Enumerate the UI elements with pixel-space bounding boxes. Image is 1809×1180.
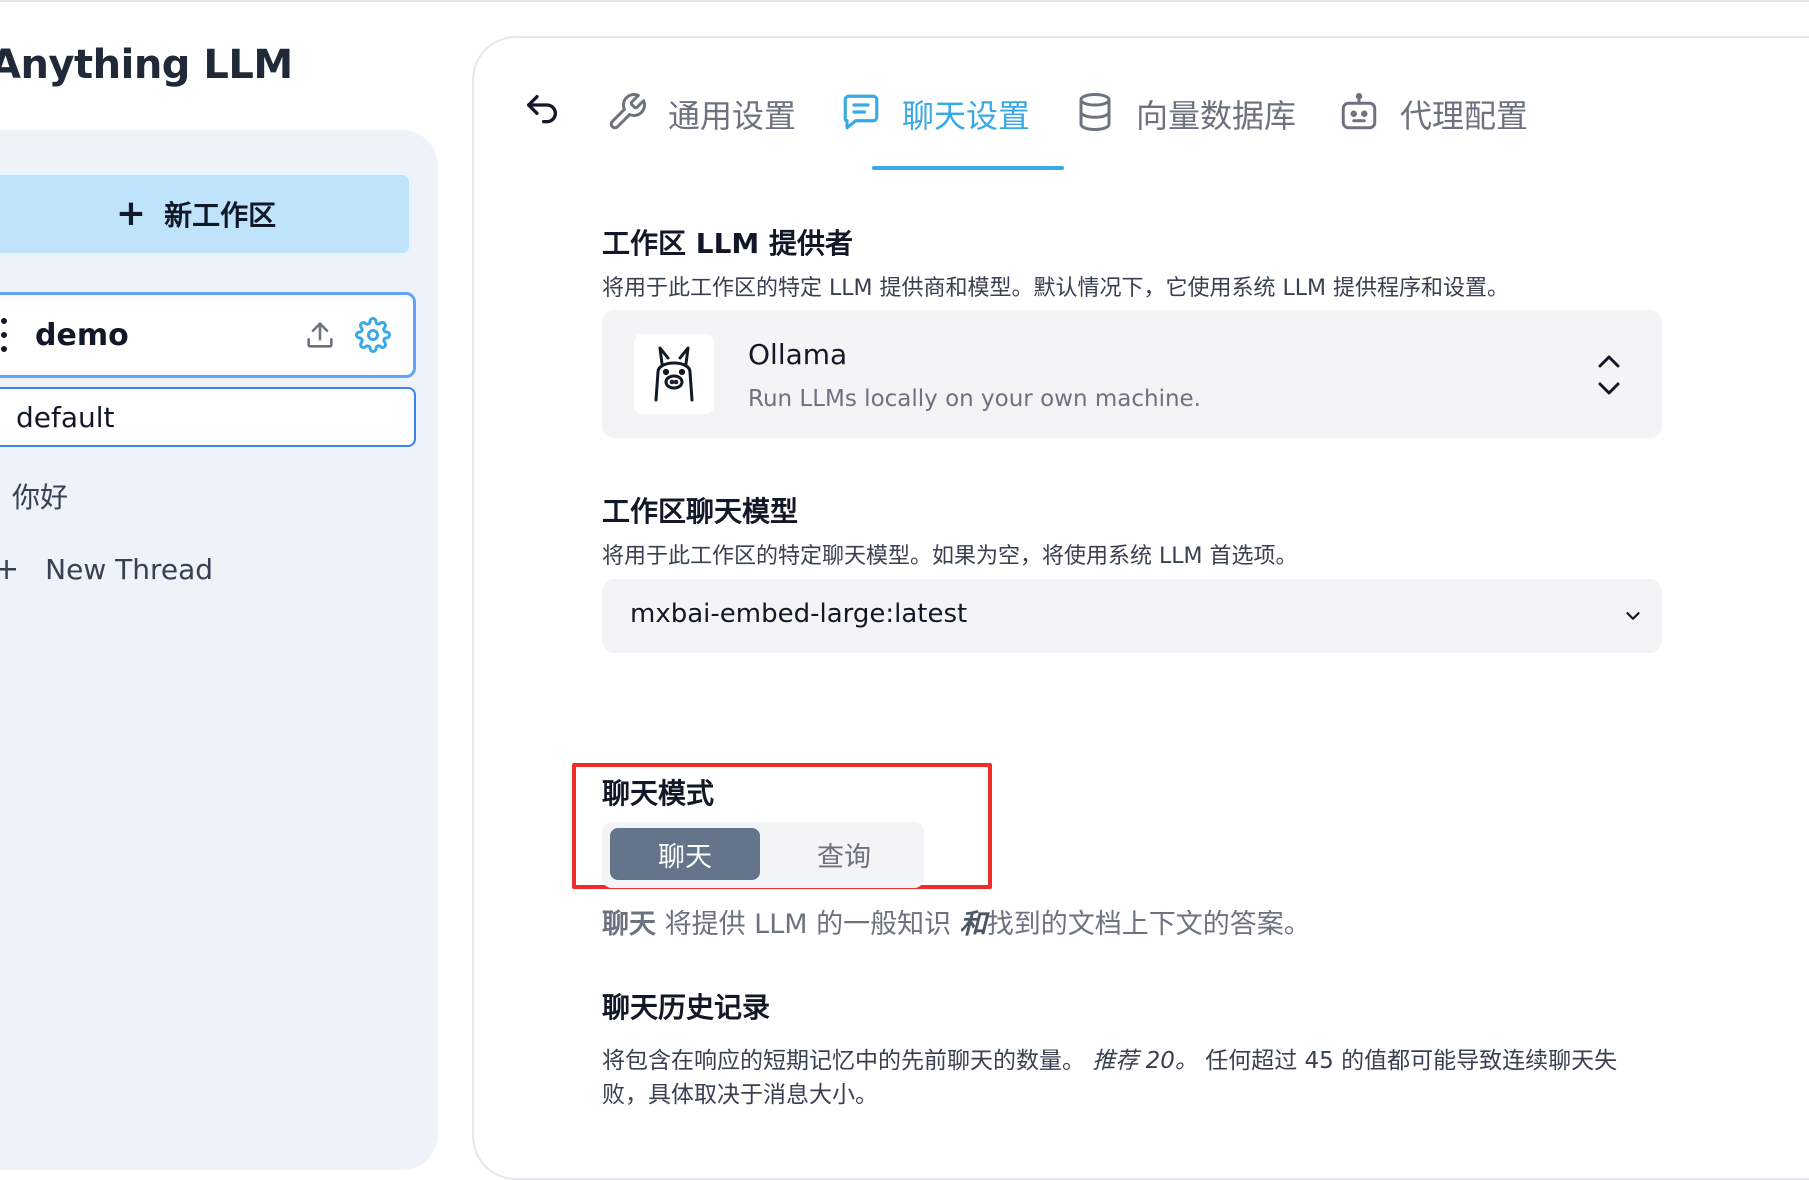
chevron-down-icon	[1622, 605, 1644, 627]
robot-icon	[1338, 91, 1380, 137]
tab-vector-db-label: 向量数据库	[1136, 97, 1297, 135]
upload-icon[interactable]	[303, 318, 337, 356]
mode-chat-button[interactable]: 聊天	[610, 828, 760, 880]
provider-select[interactable]: Ollama Run LLMs locally on your own mach…	[602, 310, 1662, 438]
workspace-item-demo[interactable]: demo	[0, 292, 416, 378]
drag-handle-icon[interactable]	[1, 318, 17, 352]
model-title: 工作区聊天模型	[602, 495, 799, 528]
tab-general-label: 通用设置	[668, 97, 797, 135]
gear-icon[interactable]	[355, 317, 391, 357]
thread-item-default[interactable]: default	[0, 387, 416, 447]
plus-icon: +	[115, 193, 147, 234]
tab-general[interactable]: 通用设置	[606, 86, 796, 142]
history-title: 聊天历史记录	[602, 991, 771, 1024]
tab-chat-label: 聊天设置	[902, 97, 1031, 135]
history-desc-em: 推荐 20。	[1092, 1048, 1198, 1074]
history-desc: 将包含在响应的短期记忆中的先前聊天的数量。 推荐 20。 任何超过 45 的值都…	[602, 1044, 1662, 1112]
new-thread-button[interactable]: + New Thread	[0, 552, 213, 587]
model-section: 工作区聊天模型	[602, 490, 798, 530]
history-desc-part1: 将包含在响应的短期记忆中的先前聊天的数量。	[602, 1048, 1093, 1074]
new-workspace-label: 新工作区	[164, 199, 277, 232]
tab-agent[interactable]: 代理配置	[1338, 86, 1528, 142]
model-desc: 将用于此工作区的特定聊天模型。如果为空，将使用系统 LLM 首选项。	[602, 544, 1298, 569]
tab-chat[interactable]: 聊天设置	[840, 86, 1030, 142]
mode-desc-strong: 聊天	[602, 909, 656, 940]
chat-model-select[interactable]: mxbai-embed-large:latest	[602, 579, 1662, 653]
workspace-name: demo	[35, 317, 129, 353]
chat-model-value: mxbai-embed-large:latest	[630, 599, 968, 629]
new-thread-label: New Thread	[45, 553, 214, 586]
chat-bubble-icon	[840, 91, 882, 137]
sidebar	[0, 130, 438, 1170]
tab-agent-label: 代理配置	[1400, 97, 1529, 135]
provider-section: 工作区 LLM 提供者	[602, 222, 853, 262]
mode-desc-part1: 将提供 LLM 的一般知识	[656, 909, 960, 940]
mode-desc: 聊天 将提供 LLM 的一般知识 和找到的文档上下文的答案。	[602, 902, 1311, 941]
top-border	[0, 0, 1809, 2]
provider-name: Ollama	[748, 338, 848, 371]
history-section: 聊天历史记录	[602, 986, 770, 1026]
provider-desc: 将用于此工作区的特定 LLM 提供商和模型。默认情况下，它使用系统 LLM 提供…	[602, 276, 1509, 301]
app-logo: Anything LLM	[0, 42, 293, 88]
mode-desc-part2: 找到的文档上下文的答案。	[986, 909, 1311, 940]
thread-item-nihao[interactable]: 你好	[12, 476, 68, 516]
database-icon	[1074, 91, 1116, 137]
wrench-icon	[606, 91, 648, 137]
mode-query-button[interactable]: 查询	[772, 828, 916, 880]
mode-section: 聊天模式	[602, 772, 714, 812]
provider-tagline: Run LLMs locally on your own machine.	[748, 386, 1201, 412]
chat-mode-toggle: 聊天 查询	[602, 822, 924, 888]
ollama-logo-icon	[634, 334, 714, 414]
tab-vector-db[interactable]: 向量数据库	[1074, 86, 1296, 142]
new-workspace-button[interactable]: + 新工作区	[0, 172, 412, 256]
thread-label: default	[16, 400, 115, 434]
settings-tabs: 通用设置 聊天设置 向量数据库 代理配置	[522, 82, 1722, 172]
mode-desc-em: 和	[959, 909, 987, 940]
active-tab-indicator	[872, 166, 1064, 170]
back-arrow-icon[interactable]	[522, 90, 562, 130]
chevron-up-down-icon[interactable]	[1594, 350, 1624, 400]
mode-title: 聊天模式	[602, 777, 715, 810]
provider-title: 工作区 LLM 提供者	[602, 227, 854, 260]
plus-icon: +	[0, 552, 20, 587]
